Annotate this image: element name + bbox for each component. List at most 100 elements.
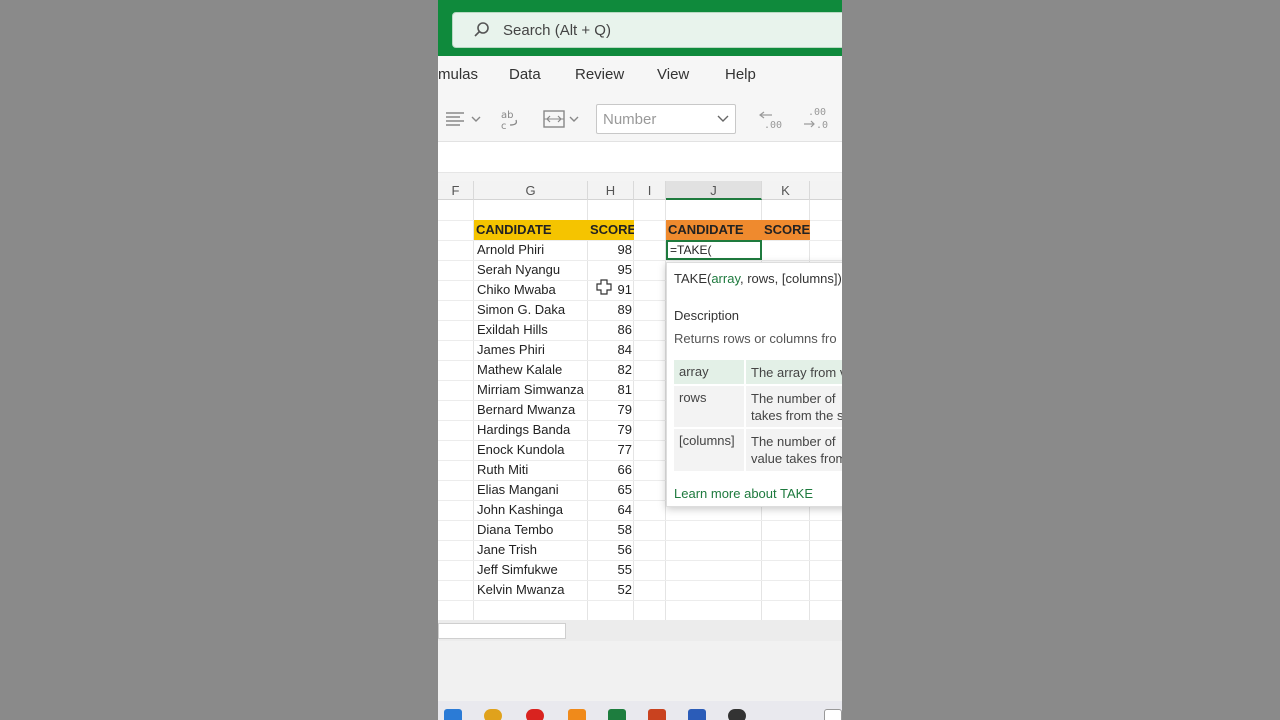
column-header-i[interactable]: I	[634, 181, 666, 200]
tab-formulas[interactable]: mulas	[438, 66, 478, 83]
candidate-name-cell[interactable]: Hardings Banda	[474, 420, 588, 440]
tab-review[interactable]: Review	[575, 66, 624, 83]
candidate-name-cell[interactable]: Serah Nyangu	[474, 260, 588, 280]
search-taskbar-box[interactable]	[824, 709, 842, 720]
candidate-name-cell[interactable]: Jane Trish	[474, 540, 588, 560]
github-icon[interactable]	[728, 709, 746, 720]
arg-desc-line: value takes from	[751, 451, 842, 466]
arg-desc-line: The number of	[751, 434, 836, 449]
arg-desc: The array from v	[751, 365, 842, 380]
candidate-name-cell[interactable]: Simon G. Daka	[474, 300, 588, 320]
description-text: Returns rows or columns fro	[674, 331, 837, 346]
chrome-icon[interactable]	[484, 709, 502, 720]
function-signature: TAKE(array, rows, [columns])	[674, 271, 842, 286]
increase-decimal-icon: .00	[759, 111, 782, 131]
score-cell[interactable]: 64	[588, 500, 632, 520]
candidate-header[interactable]: CANDIDATE	[474, 220, 588, 240]
column-header-k[interactable]: K	[762, 181, 810, 200]
score-cell[interactable]: 52	[588, 580, 632, 600]
score-cell[interactable]: 81	[588, 380, 632, 400]
candidate-name-cell[interactable]: Kelvin Mwanza	[474, 580, 588, 600]
score-cell[interactable]: 56	[588, 540, 632, 560]
decrease-decimal-icon: .00 .0	[804, 107, 828, 131]
score-cell[interactable]: 79	[588, 420, 632, 440]
candidate-name-cell[interactable]: Mathew Kalale	[474, 360, 588, 380]
score-cell[interactable]: 84	[588, 340, 632, 360]
score-cell[interactable]: 55	[588, 560, 632, 580]
vscode-icon[interactable]	[444, 709, 462, 720]
word-icon[interactable]	[688, 709, 706, 720]
candidate-name-cell[interactable]: Bernard Mwanza	[474, 400, 588, 420]
vlc-icon[interactable]	[568, 709, 586, 720]
arg-row-rows: rows The number of takes from the s	[674, 386, 842, 427]
candidate-name-cell[interactable]: Mirriam Simwanza	[474, 380, 588, 400]
arg-desc-line: The number of	[751, 391, 836, 406]
tab-view[interactable]: View	[657, 66, 689, 83]
column-header-j[interactable]: J	[666, 181, 762, 200]
score-header-2[interactable]: SCORE	[762, 220, 810, 240]
score-cell[interactable]: 79	[588, 400, 632, 420]
number-format-value: Number	[603, 110, 657, 128]
candidate-name-cell[interactable]: Arnold Phiri	[474, 240, 588, 260]
candidate-name-cell[interactable]: Jeff Simfukwe	[474, 560, 588, 580]
merge-button[interactable]	[542, 104, 584, 134]
powerpoint-icon[interactable]	[648, 709, 666, 720]
candidate-name-cell[interactable]: Exildah Hills	[474, 320, 588, 340]
score-cell[interactable]: 65	[588, 480, 632, 500]
taskbar	[438, 701, 842, 720]
candidate-header-2[interactable]: CANDIDATE	[666, 220, 762, 240]
score-header[interactable]: SCORE	[588, 220, 634, 240]
svg-text:ab: ab	[501, 110, 513, 121]
candidate-name-cell[interactable]: Chiko Mwaba	[474, 280, 588, 300]
arg-divider	[744, 386, 746, 427]
score-cell[interactable]: 77	[588, 440, 632, 460]
column-headers: F G H I J K	[438, 181, 842, 200]
arg-name: [columns]	[679, 433, 735, 448]
increase-decimal-button[interactable]: .00	[758, 106, 784, 135]
tab-data[interactable]: Data	[509, 66, 541, 83]
formula-bar[interactable]	[438, 143, 842, 173]
align-left-icon	[446, 112, 481, 126]
score-cell[interactable]: 58	[588, 520, 632, 540]
excel-window: Search (Alt + Q) mulas Data Review View …	[438, 0, 842, 720]
current-argument: array	[711, 271, 740, 286]
ribbon-tabs: mulas Data Review View Help	[438, 56, 842, 96]
candidate-name-cell[interactable]: Diana Tembo	[474, 520, 588, 540]
wrap-text-button[interactable]: ab c	[498, 104, 522, 134]
learn-more-link[interactable]: Learn more about TAKE	[674, 486, 813, 501]
title-bar: Search (Alt + Q)	[438, 0, 842, 56]
candidate-name-cell[interactable]: Enock Kundola	[474, 440, 588, 460]
align-button[interactable]	[444, 104, 484, 134]
candidate-name-cell[interactable]: Elias Mangani	[474, 480, 588, 500]
column-header-f[interactable]: F	[438, 181, 474, 200]
chevron-down-icon	[717, 115, 729, 122]
grid-line	[633, 200, 634, 621]
search-box[interactable]: Search (Alt + Q)	[452, 12, 842, 48]
column-header-l[interactable]	[810, 181, 842, 200]
number-format-select[interactable]: Number	[596, 104, 736, 134]
search-placeholder: Search (Alt + Q)	[503, 21, 611, 39]
score-cell[interactable]: 98	[588, 240, 632, 260]
svg-text:c: c	[501, 121, 507, 131]
scrollbar-thumb[interactable]	[438, 623, 566, 639]
tab-help[interactable]: Help	[725, 66, 756, 83]
candidate-name-cell[interactable]: John Kashinga	[474, 500, 588, 520]
score-cell[interactable]: 89	[588, 300, 632, 320]
decrease-decimal-button[interactable]: .00 .0	[802, 106, 828, 135]
opera-icon[interactable]	[526, 709, 544, 720]
column-header-g[interactable]: G	[474, 181, 588, 200]
score-cell[interactable]: 82	[588, 360, 632, 380]
score-cell[interactable]: 95	[588, 260, 632, 280]
svg-text:.00: .00	[808, 107, 826, 118]
active-cell-j[interactable]: =TAKE(	[666, 240, 762, 260]
arg-desc-line: takes from the s	[751, 408, 842, 423]
search-icon	[474, 22, 489, 37]
column-header-h[interactable]: H	[588, 181, 634, 200]
score-cell[interactable]: 66	[588, 460, 632, 480]
score-cell[interactable]: 86	[588, 320, 632, 340]
candidate-name-cell[interactable]: James Phiri	[474, 340, 588, 360]
excel-icon[interactable]	[608, 709, 626, 720]
candidate-name-cell[interactable]: Ruth Miti	[474, 460, 588, 480]
merge-cells-icon	[543, 110, 579, 128]
horizontal-scrollbar[interactable]	[438, 621, 842, 641]
